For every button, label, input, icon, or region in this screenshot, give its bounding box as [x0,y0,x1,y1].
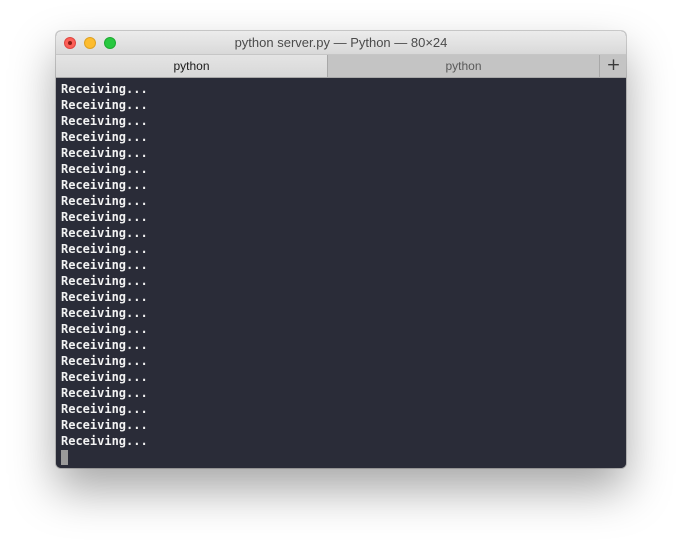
terminal-line: Receiving... [61,210,148,224]
terminal-line: Receiving... [61,306,148,320]
prompt-line [61,449,626,465]
terminal-line: Receiving... [61,402,148,416]
terminal-line: Receiving... [61,418,148,432]
tab-python-active[interactable]: python [56,55,328,77]
text-cursor [61,450,68,465]
terminal-line: Receiving... [61,226,148,240]
terminal-line: Receiving... [61,242,148,256]
terminal-line: Receiving... [61,338,148,352]
terminal-line: Receiving... [61,354,148,368]
tab-bar: python python + [56,55,626,78]
terminal-window: python server.py — Python — 80×24 python… [56,31,626,468]
tab-python-inactive[interactable]: python [328,55,600,77]
terminal-line: Receiving... [61,434,148,448]
terminal-line: Receiving... [61,258,148,272]
terminal-line: Receiving... [61,194,148,208]
terminal-line: Receiving... [61,146,148,160]
terminal-line: Receiving... [61,274,148,288]
terminal-output[interactable]: Receiving... Receiving... Receiving... Rece… [56,78,626,468]
terminal-line: Receiving... [61,114,148,128]
terminal-line: Receiving... [61,98,148,112]
terminal-line: Receiving... [61,82,148,96]
terminal-line: Receiving... [61,178,148,192]
terminal-line: Receiving... [61,130,148,144]
terminal-line: Receiving... [61,322,148,336]
terminal-line: Receiving... [61,290,148,304]
window-title: python server.py — Python — 80×24 [234,35,448,50]
terminal-line: Receiving... [61,162,148,176]
terminal-line: Receiving... [61,370,148,384]
terminal-lines: Receiving... Receiving... Receiving... Rece… [61,81,626,449]
title-bar[interactable]: python server.py — Python — 80×24 [56,31,626,55]
terminal-line: Receiving... [61,386,148,400]
new-tab-button[interactable]: + [601,55,626,77]
